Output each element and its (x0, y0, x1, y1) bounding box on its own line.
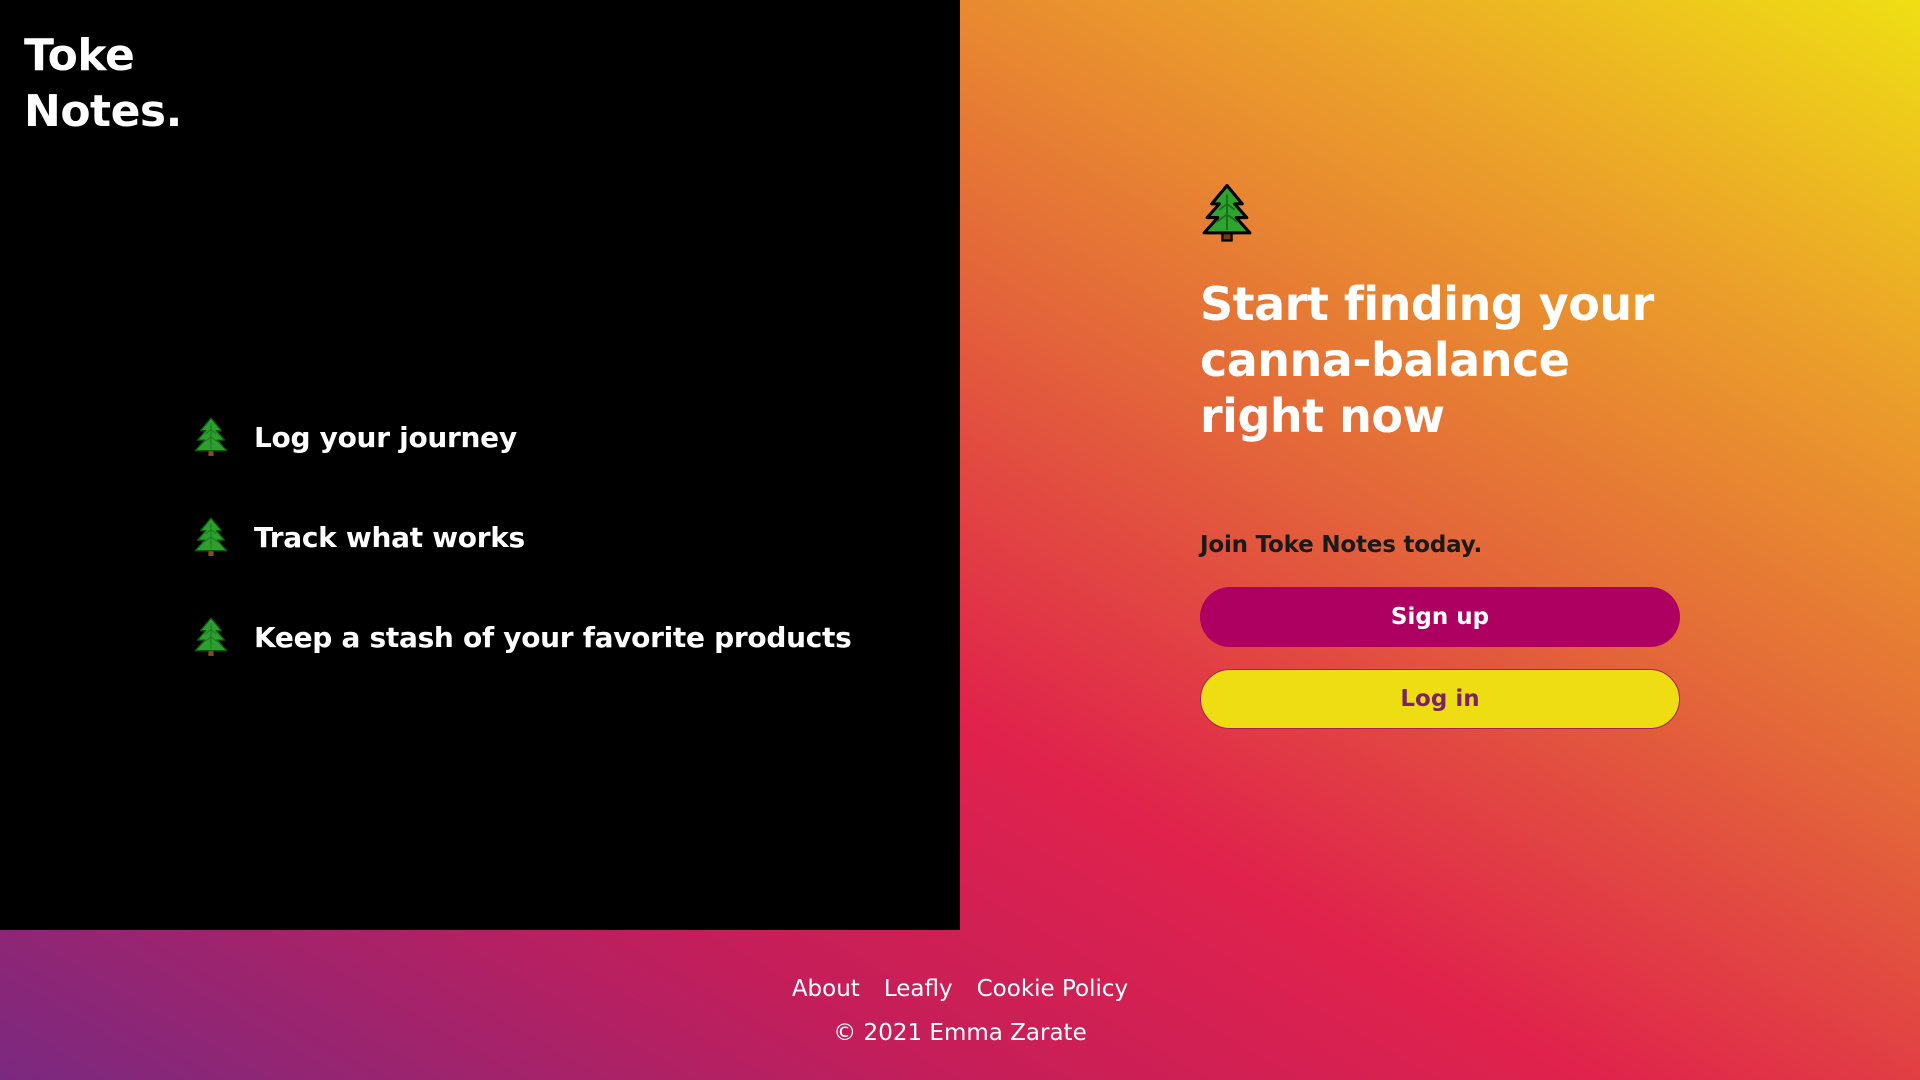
brand-line-2: Notes. (24, 86, 182, 137)
feature-item: Keep a stash of your favorite products (194, 613, 852, 661)
brand-logo[interactable]: Toke Notes. (24, 28, 182, 140)
evergreen-tree-icon (194, 517, 228, 557)
feature-label: Log your journey (254, 420, 517, 454)
evergreen-tree-icon (194, 617, 228, 657)
feature-label: Keep a stash of your favorite products (254, 620, 852, 654)
left-panel: Toke Notes. Log your journey Track what … (0, 0, 960, 930)
footer-link-cookie-policy[interactable]: Cookie Policy (977, 976, 1129, 1002)
hero-headline: Start finding your canna-balance right n… (1200, 277, 1654, 443)
footer-link-about[interactable]: About (792, 976, 860, 1002)
feature-item: Track what works (194, 513, 851, 561)
feature-label: Track what works (254, 520, 525, 554)
brand-line-1: Toke (24, 30, 135, 81)
footer-link-leafly[interactable]: Leafly (884, 976, 953, 1002)
feature-list: Log your journey Track what works Keep a… (194, 413, 852, 713)
feature-item: Log your journey (194, 413, 851, 461)
footer-copyright: © 2021 Emma Zarate (833, 1020, 1087, 1046)
login-button[interactable]: Log in (1200, 669, 1680, 729)
footer-nav: About Leafly Cookie Policy (0, 976, 1920, 1002)
join-subheading: Join Toke Notes today. (1200, 532, 1482, 558)
evergreen-tree-icon (1200, 184, 1254, 242)
signup-button[interactable]: Sign up (1200, 587, 1680, 647)
evergreen-tree-icon (194, 417, 228, 457)
